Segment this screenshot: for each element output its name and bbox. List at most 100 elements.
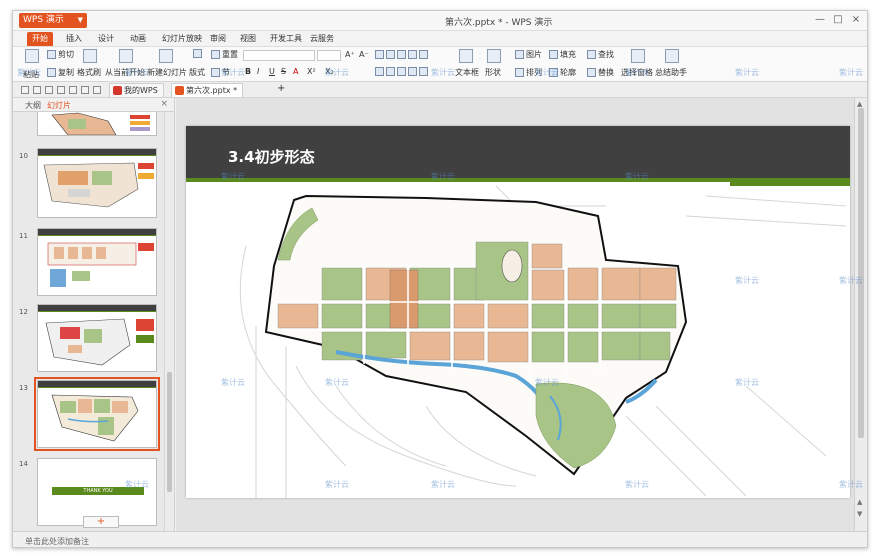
font-size-select[interactable]: [317, 50, 341, 61]
save-icon[interactable]: [33, 86, 41, 94]
text-box-button[interactable]: 文本框: [455, 67, 479, 78]
thumbnail-list: 10 11 12 13 14 THANK YOU: [13, 112, 164, 536]
selection-pane-icon[interactable]: [631, 49, 645, 63]
prev-slide-icon[interactable]: ▲: [857, 498, 862, 506]
chevron-down-icon: ▼: [77, 16, 83, 24]
current-slide[interactable]: 3.4初步形态: [186, 126, 850, 498]
strike-button[interactable]: S: [281, 67, 286, 76]
slide-thumbnail[interactable]: [37, 228, 157, 296]
format-painter-icon[interactable]: [83, 49, 97, 63]
bold-button[interactable]: B: [245, 67, 251, 76]
paste-button[interactable]: 粘贴: [23, 69, 39, 80]
shape-button[interactable]: 形状: [485, 67, 501, 78]
close-icon[interactable]: ×: [160, 99, 168, 109]
tab-animation[interactable]: 动画: [125, 32, 151, 46]
bullet-list-button[interactable]: [375, 50, 430, 59]
redo-icon[interactable]: [81, 86, 89, 94]
master-plan-map: [239, 185, 847, 498]
tab-review[interactable]: 审阅: [205, 32, 231, 46]
undo-icon[interactable]: [69, 86, 77, 94]
replace-icon: [587, 68, 596, 77]
next-slide-icon[interactable]: ▼: [857, 510, 862, 518]
thumbnail-scrollbar[interactable]: [164, 112, 174, 536]
scroll-thumb[interactable]: [858, 108, 864, 438]
from-current-button[interactable]: 从当前开始: [105, 67, 145, 78]
assistant-button[interactable]: 总结助手: [655, 67, 687, 78]
dropdown-icon[interactable]: [93, 86, 101, 94]
notes-pane[interactable]: 单击此处添加备注: [13, 531, 867, 547]
slide-thumbnail[interactable]: [37, 304, 157, 372]
thumb-accent: [38, 311, 156, 312]
preview-icon[interactable]: [57, 86, 65, 94]
fill-button[interactable]: 填充: [549, 49, 576, 60]
underline-button[interactable]: U: [269, 67, 275, 76]
arrange-button[interactable]: 排列: [515, 67, 542, 78]
font-name-select[interactable]: [243, 50, 315, 61]
app-menu-button[interactable]: WPS 演示 ▼: [19, 13, 87, 28]
scissors-icon: [47, 50, 56, 59]
map-thumbnail: [47, 242, 154, 287]
paste-icon[interactable]: [25, 49, 39, 63]
maximize-button[interactable]: □: [831, 14, 845, 25]
picture-icon: [515, 50, 524, 59]
replace-button[interactable]: 替换: [587, 67, 614, 78]
scroll-up-icon[interactable]: ▲: [857, 100, 862, 108]
slide-number: 12: [19, 308, 28, 316]
tab-slides[interactable]: 幻灯片: [47, 100, 71, 111]
copy-label: 复制: [58, 68, 74, 77]
tab-insert[interactable]: 插入: [61, 32, 87, 46]
slide-thumbnail[interactable]: [37, 148, 157, 218]
tab-slideshow[interactable]: 幻灯片放映: [157, 32, 207, 46]
open-icon[interactable]: [21, 86, 29, 94]
reset-button[interactable]: 重置: [211, 49, 238, 60]
cut-button[interactable]: 剪切: [47, 49, 74, 60]
close-button[interactable]: ×: [849, 14, 863, 25]
new-slide-icon[interactable]: [159, 49, 173, 63]
slide-scrollbar[interactable]: ▲ ▲ ▼: [854, 98, 867, 531]
font-grow-button[interactable]: A⁺: [345, 50, 355, 59]
subscript-button[interactable]: X₂: [325, 67, 334, 76]
layout-label[interactable]: 版式: [189, 67, 205, 78]
shape-icon[interactable]: [487, 49, 501, 63]
print-icon[interactable]: [45, 86, 53, 94]
copy-button[interactable]: 复制: [47, 67, 74, 78]
add-slide-button[interactable]: +: [83, 516, 119, 528]
slide-number: 14: [19, 460, 28, 468]
select-pane-button[interactable]: 选择窗格: [621, 67, 653, 78]
section-button[interactable]: 节: [211, 67, 230, 78]
find-button[interactable]: 查找: [587, 49, 614, 60]
tab-view[interactable]: 视图: [235, 32, 261, 46]
tab-outline[interactable]: 大纲: [25, 100, 41, 111]
ribbon-tab-row: 开始 插入 设计 动画 幻灯片放映 审阅 视图 开发工具 云服务: [13, 31, 867, 46]
indent-icon: [397, 50, 406, 59]
font-color-button[interactable]: A: [293, 67, 298, 76]
slide-thumbnail-selected[interactable]: [34, 377, 160, 451]
textbox-icon[interactable]: [459, 49, 473, 63]
slide-thumbnail[interactable]: [37, 112, 157, 136]
doc-tab-mywps[interactable]: 我的WPS: [109, 83, 164, 97]
doc-tab-current[interactable]: 第六次.pptx *: [171, 83, 244, 97]
tab-developer[interactable]: 开发工具: [265, 32, 307, 46]
picture-button[interactable]: 图片: [515, 49, 542, 60]
tab-cloud[interactable]: 云服务: [305, 32, 339, 46]
quick-access-bar: 我的WPS 第六次.pptx * +: [13, 82, 867, 98]
superscript-button[interactable]: X²: [307, 67, 316, 76]
justify-icon: [408, 67, 417, 76]
scroll-thumb[interactable]: [167, 372, 172, 492]
minimize-button[interactable]: —: [813, 14, 827, 25]
align-buttons[interactable]: [375, 67, 430, 76]
font-shrink-button[interactable]: A⁻: [359, 50, 369, 59]
picture-label: 图片: [526, 50, 542, 59]
new-tab-button[interactable]: +: [277, 83, 285, 94]
italic-button[interactable]: I: [257, 67, 259, 76]
tab-home[interactable]: 开始: [27, 32, 53, 46]
assistant-icon[interactable]: [665, 49, 679, 63]
outline-button[interactable]: 轮廓: [549, 67, 576, 78]
new-slide-button[interactable]: 新建幻灯片: [147, 67, 187, 78]
format-painter-button[interactable]: 格式刷: [77, 67, 101, 78]
fill-icon: [549, 50, 558, 59]
layout-button[interactable]: [193, 49, 204, 58]
play-from-current-icon[interactable]: [119, 49, 133, 63]
copy-icon: [47, 68, 56, 77]
tab-design[interactable]: 设计: [93, 32, 119, 46]
